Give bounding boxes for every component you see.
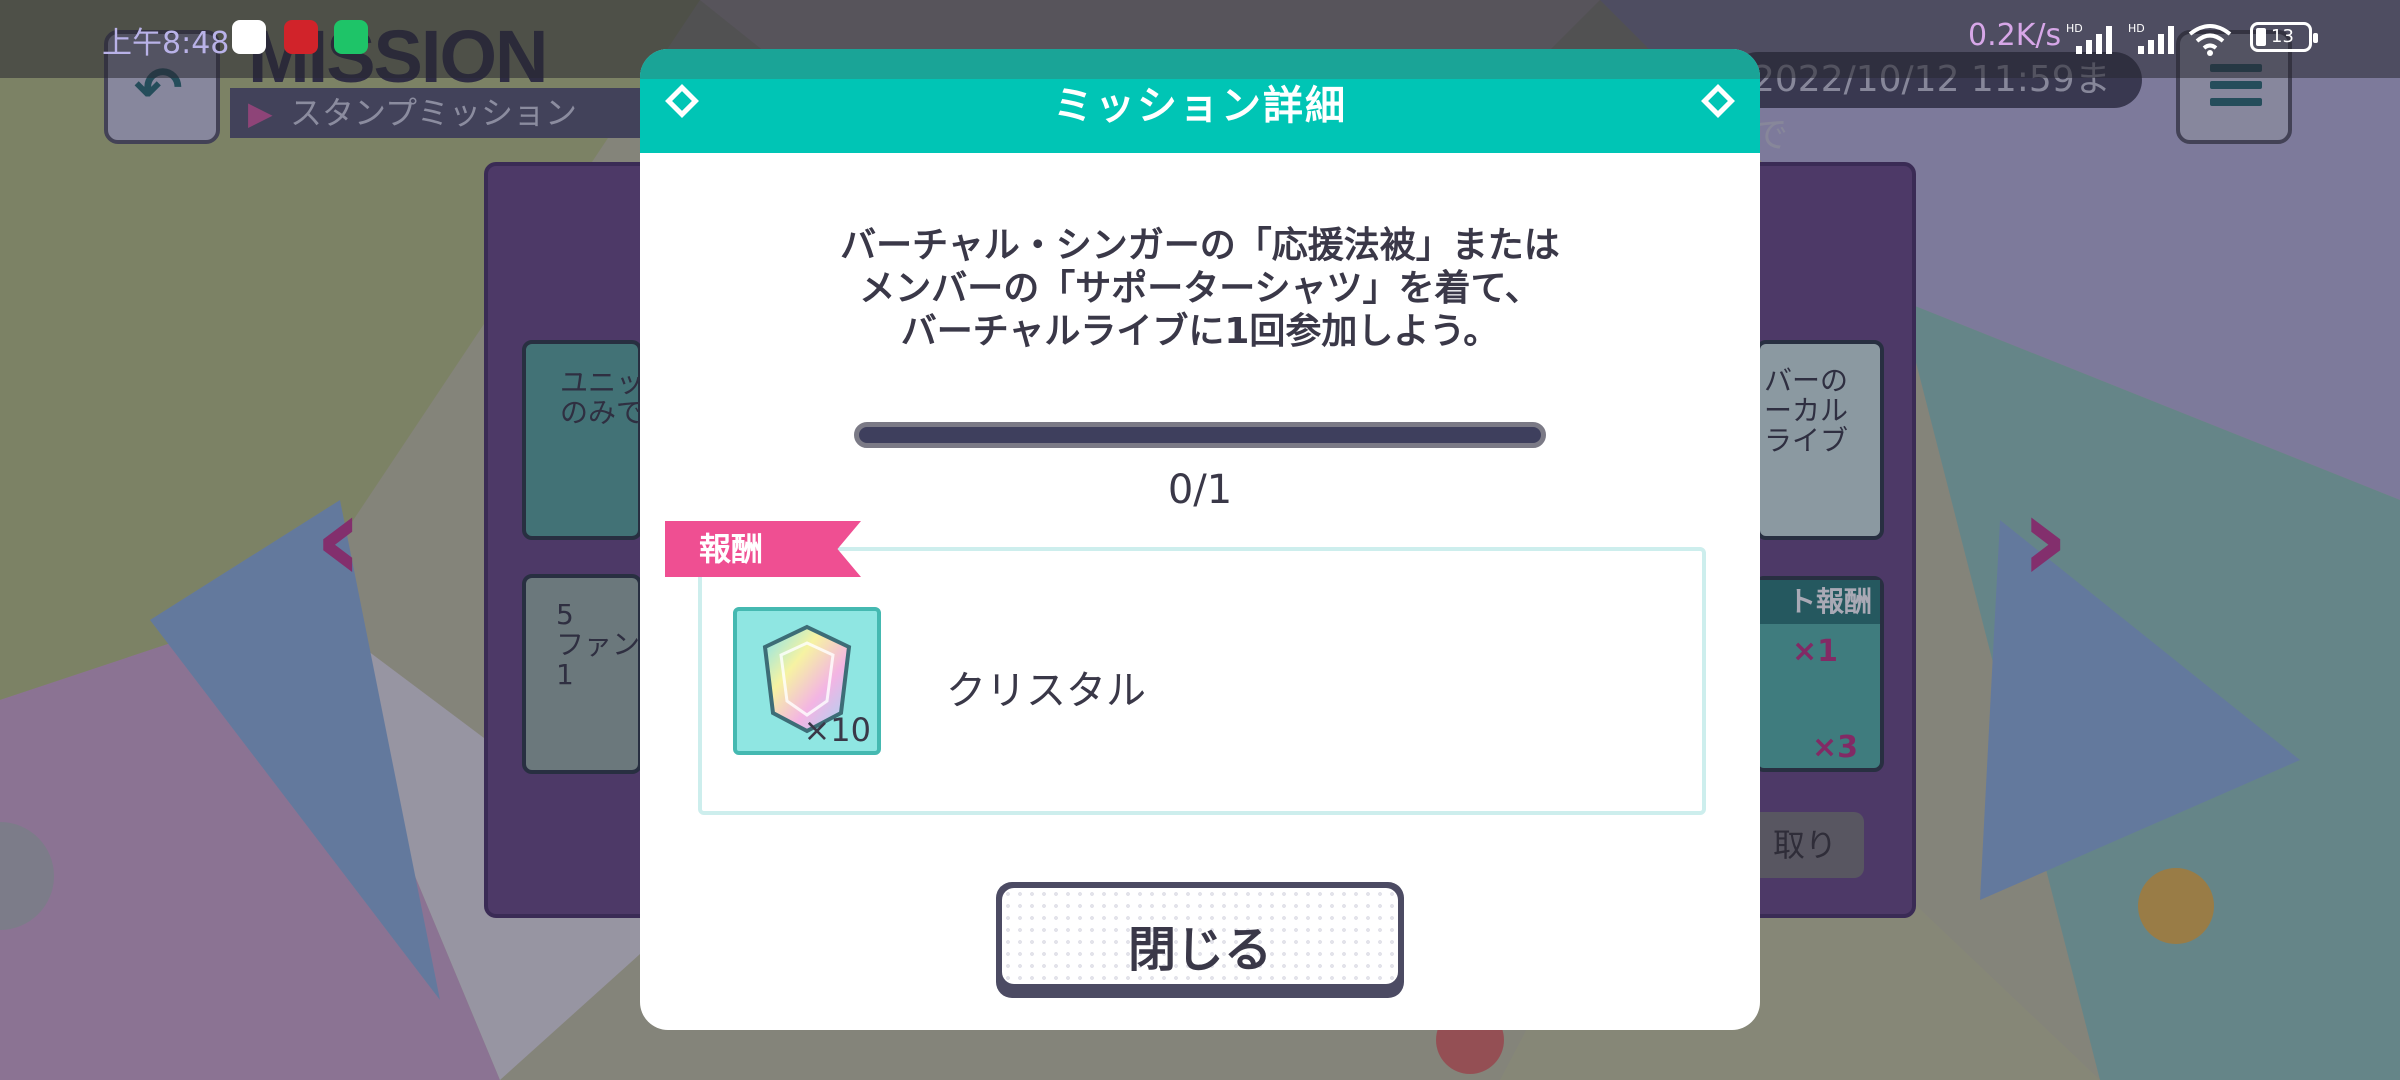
wifi-icon — [2188, 24, 2232, 56]
status-time: 上午8:48 — [102, 26, 230, 61]
mission-description: バーチャル・シンガーの「応援法被」または メンバーの「サポーターシャツ」を着て、… — [700, 224, 1700, 353]
dialog-header: ミッション詳細 — [640, 49, 1760, 153]
battery-level: 13 — [2271, 26, 2294, 47]
mission-detail-dialog: ミッション詳細 バーチャル・シンガーの「応援法被」または メンバーの「サポーター… — [640, 49, 1760, 1030]
close-button-label: 閉じる — [1127, 922, 1272, 978]
mission-progress-bar — [854, 422, 1546, 448]
mission-description-line: バーチャル・シンガーの「応援法被」または — [840, 225, 1560, 266]
app-notification-icon — [232, 20, 266, 54]
signal-icon: HD — [2066, 22, 2112, 54]
signal-icon: HD — [2128, 22, 2174, 54]
reward-item-name: クリスタル — [946, 668, 1146, 714]
reward-item-icon: ×10 — [733, 607, 881, 755]
mission-progress-text: 0/1 — [1167, 467, 1233, 513]
reward-item-quantity: ×10 — [803, 711, 871, 749]
signal-hd-label: HD — [2128, 22, 2145, 35]
phone-icon — [334, 20, 368, 54]
close-button[interactable]: 閉じる — [996, 882, 1404, 998]
app-notification-icon — [284, 20, 318, 54]
signal-hd-label: HD — [2066, 22, 2083, 35]
battery-icon: 13 — [2250, 22, 2318, 52]
mission-description-line: バーチャルライブに1回参加しよう。 — [900, 311, 1500, 352]
close-button-face: 閉じる — [1002, 888, 1398, 984]
mission-description-line: メンバーの「サポーターシャツ」を着て、 — [859, 268, 1541, 309]
dialog-title: ミッション詳細 — [1053, 83, 1347, 129]
reward-tag: 報酬 — [665, 521, 861, 577]
network-speed: 0.2K/s — [1968, 18, 2062, 53]
